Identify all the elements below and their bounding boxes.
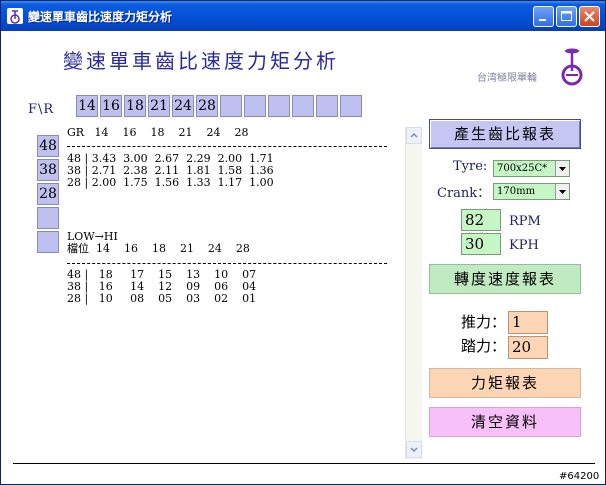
pedal-force-input[interactable]: 20 bbox=[508, 336, 548, 359]
window-title: 變速單車齒比速度力矩分析 bbox=[28, 10, 173, 24]
rear-cog-cell[interactable]: 28 bbox=[196, 95, 218, 117]
crank-select[interactable]: 170mm bbox=[493, 183, 570, 200]
rear-cog-cell[interactable]: 24 bbox=[172, 95, 194, 117]
maximize-icon bbox=[561, 11, 572, 21]
minimize-icon bbox=[539, 19, 546, 21]
rear-cog-cell[interactable] bbox=[220, 95, 242, 117]
rear-cog-cell[interactable]: 18 bbox=[124, 95, 146, 117]
footer-divider bbox=[13, 463, 595, 464]
app-window: 變速單車齒比速度力矩分析 變速單車齒比速度力矩分析 台湾極限單輪 F\R 14 … bbox=[0, 0, 606, 485]
front-chainring-cell[interactable]: 48 bbox=[37, 135, 59, 157]
rear-cog-cell[interactable]: 21 bbox=[148, 95, 170, 117]
torque-report-button[interactable]: 力矩報表 bbox=[429, 368, 581, 398]
rear-cog-cell[interactable]: 14 bbox=[76, 95, 98, 117]
rank-header: 檔位 14 16 18 21 24 28 bbox=[67, 242, 250, 255]
rear-cog-cell[interactable]: 16 bbox=[100, 95, 122, 117]
report-divider bbox=[67, 146, 387, 147]
pedal-force-label: 踏力： bbox=[461, 337, 507, 355]
speed-report-button[interactable]: 轉度速度報表 bbox=[429, 264, 581, 294]
crank-label: Crank： bbox=[437, 186, 491, 201]
rpm-input[interactable]: 82 bbox=[461, 209, 501, 231]
ratio-header: GR 14 16 18 21 24 28 bbox=[67, 126, 249, 139]
front-chainring-column: 48 38 28 bbox=[37, 135, 59, 255]
gear-grid-corner-label: F\R bbox=[28, 102, 55, 117]
tyre-label: Tyre: bbox=[453, 159, 488, 174]
kph-input[interactable]: 30 bbox=[461, 233, 501, 255]
rpm-label: RPM bbox=[509, 214, 541, 229]
chevron-up-icon bbox=[410, 132, 418, 138]
unicycle-icon bbox=[561, 48, 583, 86]
rank-row: 28 | 10 08 05 03 02 01 bbox=[67, 292, 257, 305]
scroll-down-button[interactable] bbox=[406, 441, 422, 458]
app-icon bbox=[7, 8, 23, 24]
title-bar[interactable]: 變速單車齒比速度力矩分析 bbox=[1, 1, 605, 31]
rear-cog-row: 14 16 18 21 24 28 bbox=[76, 95, 364, 117]
report-divider bbox=[67, 263, 387, 264]
minimize-button[interactable] bbox=[533, 6, 554, 27]
rear-cog-cell[interactable] bbox=[292, 95, 314, 117]
rear-cog-cell[interactable] bbox=[340, 95, 362, 117]
front-chainring-cell[interactable] bbox=[37, 207, 59, 229]
front-chainring-cell[interactable] bbox=[37, 231, 59, 253]
chevron-down-icon[interactable] bbox=[555, 161, 569, 176]
report-scrollbar[interactable] bbox=[405, 127, 422, 459]
ratio-row: 28 | 2.00 1.75 1.56 1.33 1.17 1.00 bbox=[67, 176, 274, 189]
clear-data-button[interactable]: 清空資料 bbox=[429, 407, 581, 437]
scroll-up-button[interactable] bbox=[406, 127, 422, 144]
tyre-select-value: 700x25C* bbox=[497, 163, 548, 174]
maximize-button[interactable] bbox=[556, 6, 577, 27]
footer-tag: #64200 bbox=[559, 471, 600, 482]
generate-gear-report-button[interactable]: 產生齒比報表 bbox=[429, 119, 581, 149]
crank-select-value: 170mm bbox=[497, 186, 536, 197]
close-button[interactable] bbox=[579, 6, 600, 27]
thrust-input[interactable]: 1 bbox=[508, 311, 548, 334]
brand-text: 台湾極限單輪 bbox=[477, 73, 537, 84]
close-icon bbox=[584, 11, 595, 22]
rear-cog-cell[interactable] bbox=[316, 95, 338, 117]
app-heading: 變速單車齒比速度力矩分析 bbox=[63, 49, 339, 73]
chevron-down-icon bbox=[410, 447, 418, 453]
thrust-label: 推力： bbox=[461, 313, 507, 331]
chevron-down-icon[interactable] bbox=[555, 184, 569, 199]
kph-label: KPH bbox=[509, 238, 539, 253]
front-chainring-cell[interactable]: 38 bbox=[37, 159, 59, 181]
tyre-select[interactable]: 700x25C* bbox=[493, 160, 570, 177]
rear-cog-cell[interactable] bbox=[268, 95, 290, 117]
rear-cog-cell[interactable] bbox=[244, 95, 266, 117]
front-chainring-cell[interactable]: 28 bbox=[37, 183, 59, 205]
report-text-area[interactable]: GR 14 16 18 21 24 28 48 | 3.43 3.00 2.67… bbox=[67, 125, 397, 455]
